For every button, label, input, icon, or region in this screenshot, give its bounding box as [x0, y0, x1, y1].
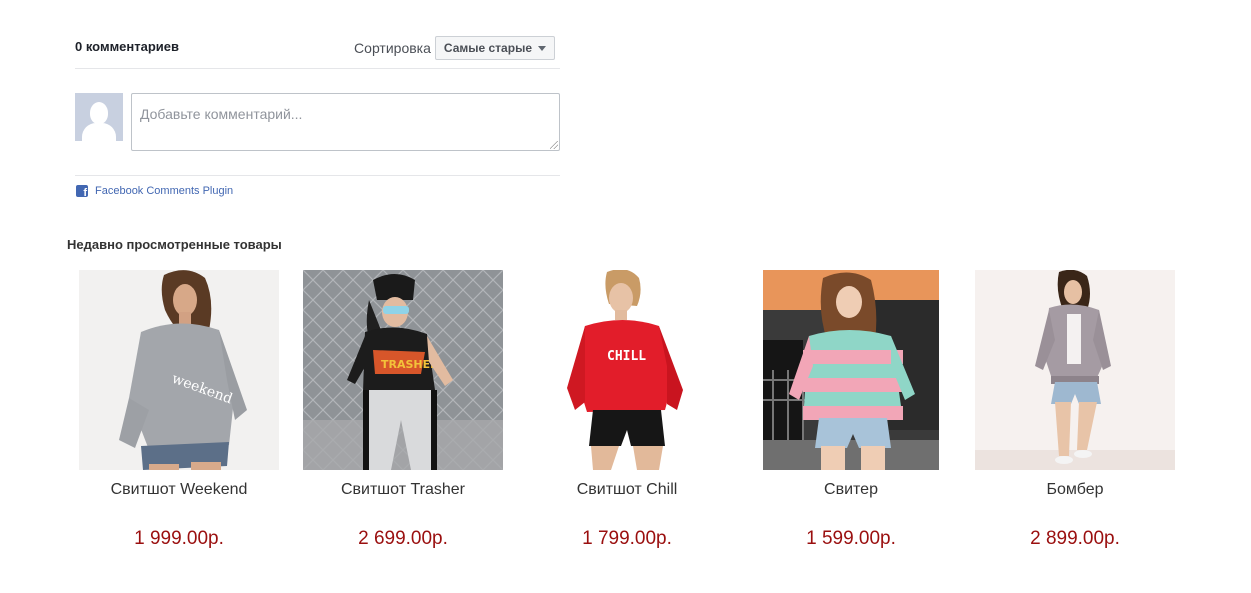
product-image-grey-bomber[interactable] — [975, 270, 1175, 470]
product-price: 1 799.00р. — [582, 528, 672, 549]
product-card: weekend Свитшот Weekend 1 999.00р. — [79, 270, 279, 550]
resize-handle-icon[interactable] — [550, 141, 558, 149]
comment-composer — [75, 93, 560, 151]
comments-header: 0 комментариев Сортировка Самые старые — [75, 30, 560, 69]
product-price: 1 599.00р. — [806, 528, 896, 549]
product-image-striped-sweater[interactable] — [763, 270, 939, 470]
recently-viewed-title: Недавно просмотренные товары — [67, 237, 282, 252]
product-price: 2 699.00р. — [358, 528, 448, 549]
facebook-comments: 0 комментариев Сортировка Самые старые F… — [75, 30, 560, 199]
caret-down-icon — [538, 45, 546, 51]
comment-count: 0 комментариев — [75, 39, 180, 54]
product-image-black-print-top[interactable]: TRASHER — [303, 270, 503, 470]
product-name[interactable]: Свитшот Trasher — [303, 480, 503, 500]
sort-dropdown[interactable]: Самые старые — [434, 36, 555, 60]
product-name[interactable]: Свитшот Weekend — [79, 480, 279, 500]
avatar — [75, 93, 123, 141]
product-name[interactable]: Свитер — [751, 480, 951, 500]
product-card: CHILL Свитшот Chill 1 799.00р. — [527, 270, 727, 550]
product-card: Бомбер 2 899.00р. — [975, 270, 1175, 550]
product-card: Свитер 1 599.00р. — [751, 270, 951, 550]
product-name[interactable]: Бомбер — [975, 480, 1175, 500]
product-name[interactable]: Свитшот Chill — [527, 480, 727, 500]
sort-label: Сортировка — [354, 40, 431, 56]
facebook-plugin-link[interactable]: Facebook Comments Plugin — [95, 185, 233, 197]
sort-control: Сортировка Самые старые — [354, 36, 555, 60]
svg-text:CHILL: CHILL — [607, 349, 646, 364]
page: 0 комментариев Сортировка Самые старые F… — [0, 0, 1251, 593]
comment-input[interactable] — [131, 93, 560, 151]
comments-footer: Facebook Comments Plugin — [75, 175, 560, 199]
product-card: TRASHER Свитшот Trasher 2 699.00р. — [303, 270, 503, 550]
product-image-grey-sweatshirt[interactable]: weekend — [79, 270, 279, 470]
facebook-icon — [76, 185, 88, 199]
product-price: 1 999.00р. — [134, 528, 224, 549]
product-image-red-sweatshirt[interactable]: CHILL — [527, 270, 727, 470]
product-price: 2 899.00р. — [1030, 528, 1120, 549]
sort-value: Самые старые — [443, 41, 532, 55]
